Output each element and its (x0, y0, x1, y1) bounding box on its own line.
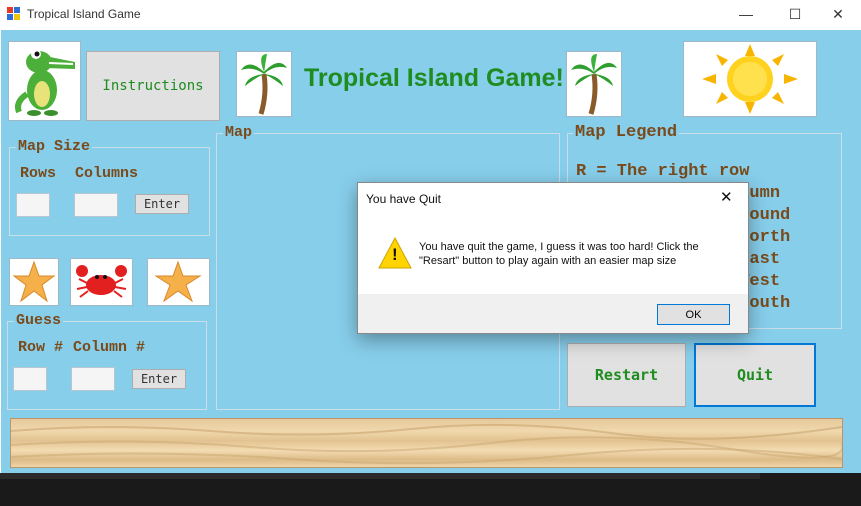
map-size-label: Map Size (16, 138, 93, 155)
sand-texture (10, 423, 844, 465)
sand-image (10, 418, 844, 468)
legend-item: R = The right row (576, 162, 750, 181)
message-dialog: You have Quit ✕ ! You have quit the game… (357, 182, 749, 334)
map-size-enter-button[interactable]: Enter (135, 194, 189, 214)
game-title: Tropical Island Game! (304, 64, 564, 92)
quit-button[interactable]: Quit (694, 343, 816, 407)
rows-label: Rows (20, 165, 57, 182)
guess-column-input[interactable] (71, 367, 115, 391)
maximize-button[interactable]: ☐ (772, 0, 818, 30)
dialog-title: You have Quit (366, 192, 441, 206)
app-icon (7, 7, 20, 20)
dialog-message-line: "Resart" button to play again with an ea… (419, 255, 677, 267)
dialog-message: You have quit the game, I guess it was t… (419, 240, 699, 268)
rows-input[interactable] (16, 193, 50, 217)
sun-image (683, 41, 817, 117)
crocodile-icon (15, 49, 75, 116)
dialog-message-line: You have quit the game, I guess it was t… (419, 241, 699, 253)
guess-row-input[interactable] (13, 367, 47, 391)
crab-image (70, 258, 133, 306)
ok-button[interactable]: OK (657, 304, 730, 325)
close-button[interactable]: ✕ (815, 0, 861, 30)
row-number-label: Row # (18, 339, 64, 356)
starfish-image-left (9, 258, 59, 306)
map-size-group (9, 147, 210, 236)
guess-enter-button[interactable]: Enter (132, 369, 186, 389)
crocodile-image (8, 41, 81, 121)
warning-mark: ! (392, 245, 398, 264)
starfish-icon (12, 260, 56, 303)
sun-icon (702, 44, 798, 114)
palm-tree-icon (571, 54, 617, 115)
crab-icon (76, 265, 127, 298)
starfish-icon (154, 260, 202, 303)
palm-tree-icon (241, 54, 287, 115)
minimize-button[interactable]: — (723, 0, 769, 30)
palm-tree-image-left (236, 51, 292, 117)
taskbar-strip (0, 473, 760, 479)
column-number-label: Column # (73, 339, 146, 356)
columns-label: Columns (75, 165, 139, 182)
guess-label: Guess (14, 312, 64, 329)
instructions-button[interactable]: Instructions (86, 51, 220, 121)
title-bar: Tropical Island Game — ☐ ✕ (0, 0, 861, 30)
columns-input[interactable] (74, 193, 118, 217)
starfish-image-right (147, 258, 210, 306)
dialog-close-button[interactable]: ✕ (720, 188, 733, 206)
window-title: Tropical Island Game (27, 7, 141, 21)
map-legend-label: Map Legend (573, 123, 680, 142)
palm-tree-image-right (566, 51, 622, 117)
restart-button[interactable]: Restart (567, 343, 686, 407)
map-label: Map (223, 124, 255, 141)
guess-group (7, 321, 207, 410)
